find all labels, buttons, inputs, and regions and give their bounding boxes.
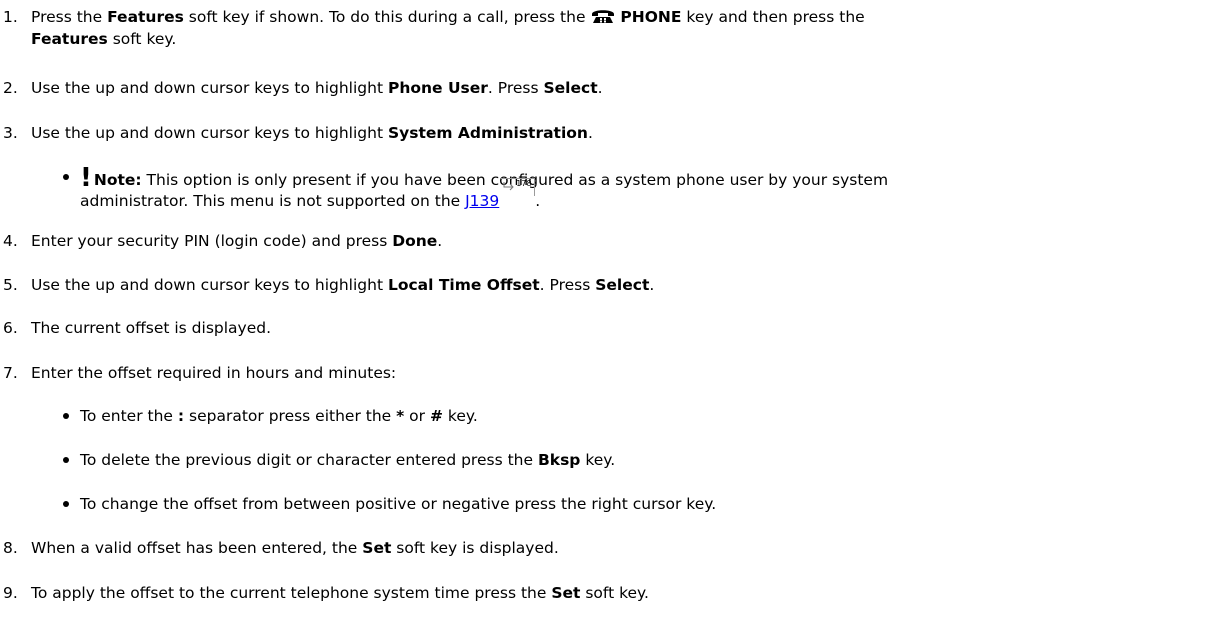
telephone-icon: [590, 8, 616, 29]
sub-bullet-separator: To enter the : separator press either th…: [63, 407, 478, 425]
step-text: Use the up and down cursor keys to highl…: [31, 124, 593, 142]
step-number: 9.: [3, 584, 18, 602]
exclamation-icon: !: [80, 163, 92, 193]
step-number: 3.: [3, 124, 18, 142]
step-text: Enter the offset required in hours and m…: [31, 364, 397, 382]
step-text: Use the up and down cursor keys to highl…: [31, 79, 603, 97]
step-number: 5.: [3, 276, 18, 294]
phone-key-label: PHONE: [620, 8, 682, 26]
step-text: Press the Features soft key if shown. To…: [31, 8, 865, 48]
note-label: Note:: [93, 171, 142, 189]
sub-bullet-sign: To change the offset from between positi…: [62, 495, 717, 513]
step-number: 6.: [3, 319, 18, 337]
sub-bullet-delete: To delete the previous digit or characte…: [62, 451, 616, 469]
j139-link[interactable]: J139: [465, 192, 499, 210]
procedure-document: 1. Press the Features soft key if shown.…: [0, 0, 1229, 620]
step-number: 8.: [3, 539, 18, 557]
step-number: 2.: [3, 79, 18, 97]
step-text: Enter your security PIN (login code) and…: [31, 232, 443, 250]
features-softkey-label: Features: [107, 8, 184, 26]
cross-reference-arrow-icon[interactable]: 178: [501, 178, 536, 196]
step-text: When a valid offset has been entered, th…: [31, 539, 559, 557]
page-reference: 178: [516, 179, 532, 188]
step-text: Use the up and down cursor keys to highl…: [31, 276, 655, 294]
step-number: 1.: [3, 8, 18, 26]
step-number: 4.: [3, 232, 18, 250]
step-text: To apply the offset to the current telep…: [31, 584, 649, 602]
step-number: 7.: [3, 364, 18, 382]
step-text: The current offset is displayed.: [31, 319, 272, 337]
note-bullet: ! Note: This option is only present if yo…: [63, 165, 1225, 211]
